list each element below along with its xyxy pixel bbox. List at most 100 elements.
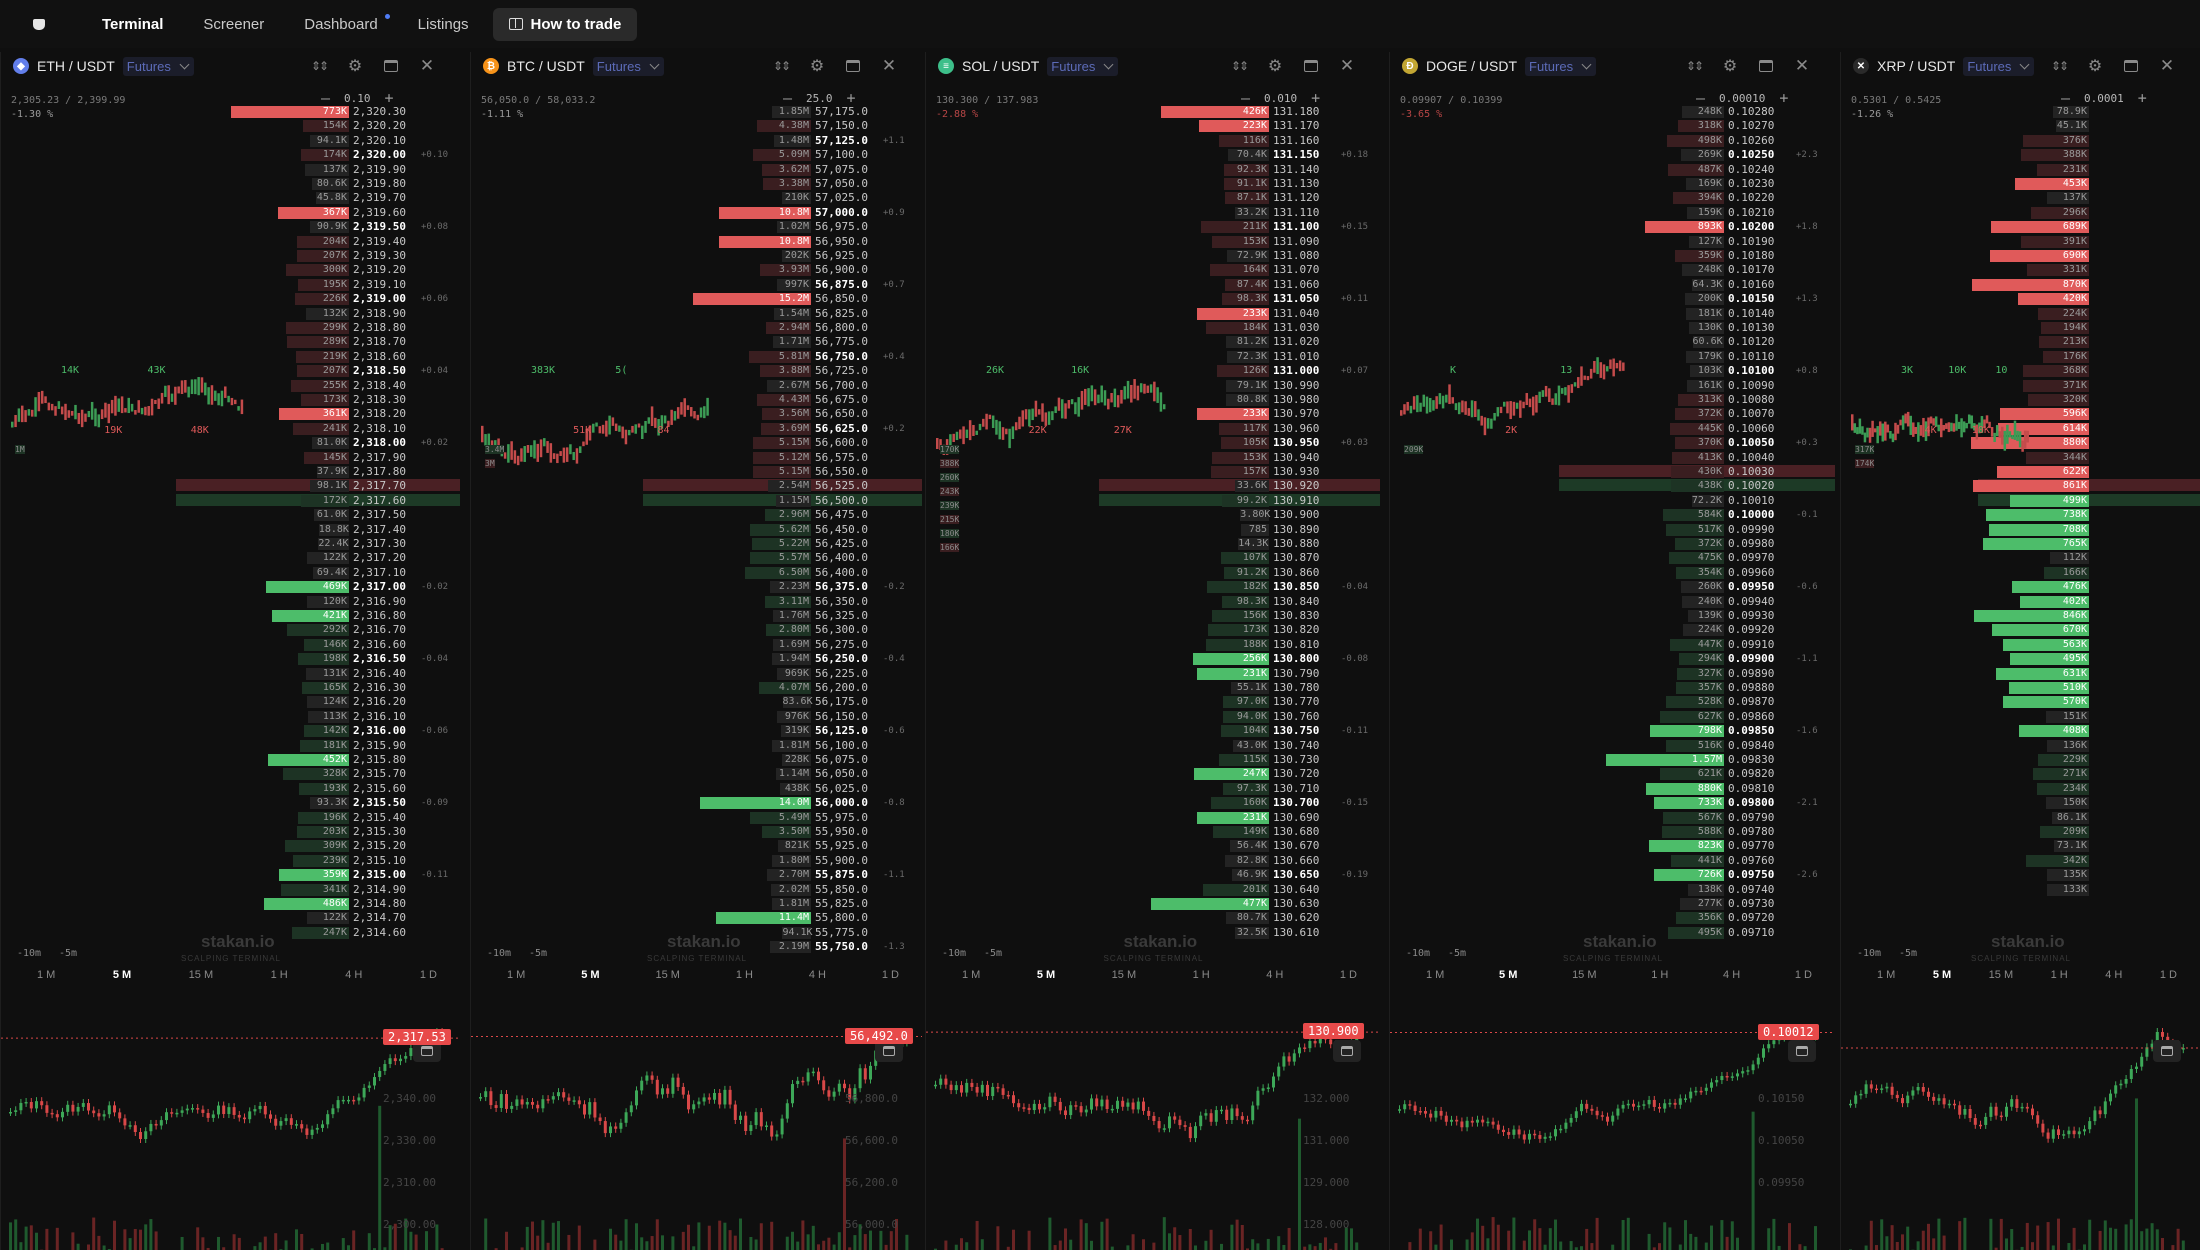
window-icon[interactable] bbox=[1758, 58, 1774, 74]
range-icon[interactable]: ⇕⇕ bbox=[2051, 58, 2069, 74]
timeframe-1h[interactable]: 1 H bbox=[1651, 969, 1668, 981]
range-icon[interactable]: ⇕⇕ bbox=[1686, 58, 1704, 74]
market-select[interactable]: Futures bbox=[1047, 56, 1119, 76]
close-icon[interactable]: ✕ bbox=[1339, 56, 1355, 75]
timeframe-1d[interactable]: 1 D bbox=[420, 969, 437, 981]
volume-bar bbox=[557, 1221, 560, 1250]
trade-mark bbox=[17, 408, 21, 422]
calendar-icon[interactable] bbox=[1333, 1040, 1361, 1062]
gear-icon[interactable]: ⚙ bbox=[347, 58, 363, 75]
volume-bar bbox=[1788, 1223, 1791, 1250]
price-level: 56,575.0 bbox=[815, 450, 868, 464]
timeframe-1m[interactable]: 1 M bbox=[507, 969, 525, 981]
calendar-icon[interactable] bbox=[2153, 1040, 2181, 1062]
timeframe-15m[interactable]: 15 M bbox=[655, 969, 679, 981]
price-level: 130.970 bbox=[1273, 407, 1320, 421]
trade-mark bbox=[1896, 424, 1900, 434]
market-select[interactable]: Futures bbox=[1525, 56, 1597, 76]
timeframe-1m[interactable]: 1 M bbox=[1877, 969, 1895, 981]
volume-bar bbox=[624, 1219, 628, 1250]
trade-mark bbox=[174, 386, 177, 405]
candle-body bbox=[1611, 1115, 1615, 1122]
timeframe-1d[interactable]: 1 D bbox=[2160, 969, 2177, 981]
calendar-icon[interactable] bbox=[1788, 1040, 1816, 1062]
candlestick-chart bbox=[471, 1028, 922, 1250]
timeframe-1m[interactable]: 1 M bbox=[1426, 969, 1444, 981]
timeframe-4h[interactable]: 4 H bbox=[1266, 969, 1283, 981]
range-icon[interactable]: ⇕⇕ bbox=[1231, 58, 1249, 74]
window-icon[interactable] bbox=[383, 58, 399, 74]
timeframe-15m[interactable]: 15 M bbox=[1989, 969, 2013, 981]
pair-label[interactable]: DOGE / USDT bbox=[1426, 58, 1517, 74]
trade-mark bbox=[1034, 400, 1038, 417]
close-icon[interactable]: ✕ bbox=[2159, 56, 2175, 75]
timeframe-1h[interactable]: 1 H bbox=[736, 969, 753, 981]
timeframe-15m[interactable]: 15 M bbox=[1112, 969, 1136, 981]
trade-mark bbox=[1153, 381, 1156, 402]
timeframe-1h[interactable]: 1 H bbox=[2051, 969, 2068, 981]
nav-listings[interactable]: Listings bbox=[402, 8, 485, 41]
window-icon[interactable] bbox=[1303, 58, 1319, 74]
volume-bar bbox=[2109, 1227, 2112, 1250]
candle-body bbox=[640, 1080, 644, 1091]
price-level: 56,450.0 bbox=[815, 522, 868, 536]
stakan-logo-icon[interactable] bbox=[20, 6, 58, 42]
volume-cell: 181K bbox=[1685, 307, 1724, 320]
timeframe-15m[interactable]: 15 M bbox=[1572, 969, 1596, 981]
nav-dashboard[interactable]: Dashboard bbox=[288, 8, 393, 41]
pair-label[interactable]: XRP / USDT bbox=[1877, 58, 1955, 74]
timeframe-5m[interactable]: 5 M bbox=[113, 969, 131, 981]
pair-label[interactable]: ETH / USDT bbox=[37, 58, 115, 74]
price-level: 0.09890 bbox=[1728, 666, 1775, 680]
chevron-down-icon bbox=[649, 59, 660, 69]
volume-cell: 164K bbox=[1210, 264, 1269, 277]
close-icon[interactable]: ✕ bbox=[881, 56, 897, 75]
range-icon[interactable]: ⇕⇕ bbox=[773, 58, 791, 74]
candle-body bbox=[1126, 1102, 1130, 1107]
timeframe-5m[interactable]: 5 M bbox=[1037, 969, 1055, 981]
last-price-tag: 56,492.0 bbox=[845, 1027, 913, 1044]
timeframe-1m[interactable]: 1 M bbox=[37, 969, 55, 981]
timeframe-4h[interactable]: 4 H bbox=[809, 969, 826, 981]
watermark-subtitle: SCALPING TERMINAL bbox=[1971, 954, 2071, 963]
price-level: 131.140 bbox=[1273, 162, 1320, 176]
trade-mark bbox=[975, 430, 978, 435]
pair-label[interactable]: BTC / USDT bbox=[507, 58, 585, 74]
nav-terminal[interactable]: Terminal bbox=[86, 8, 179, 41]
timeframe-4h[interactable]: 4 H bbox=[345, 969, 362, 981]
gear-icon[interactable]: ⚙ bbox=[1267, 58, 1283, 75]
cluster-volume-label: 388K bbox=[940, 459, 960, 468]
window-icon[interactable] bbox=[2123, 58, 2139, 74]
market-select[interactable]: Futures bbox=[1963, 56, 2035, 76]
timeframe-4h[interactable]: 4 H bbox=[1723, 969, 1740, 981]
volume-bar bbox=[889, 1231, 893, 1250]
gear-icon[interactable]: ⚙ bbox=[1722, 58, 1738, 75]
close-icon[interactable]: ✕ bbox=[1794, 56, 1810, 75]
window-icon[interactable] bbox=[845, 58, 861, 74]
volume-bar bbox=[801, 1220, 805, 1250]
gear-icon[interactable]: ⚙ bbox=[2087, 58, 2103, 75]
timeframe-15m[interactable]: 15 M bbox=[189, 969, 213, 981]
market-select[interactable]: Futures bbox=[122, 56, 194, 76]
gear-icon[interactable]: ⚙ bbox=[809, 58, 825, 75]
pair-label[interactable]: SOL / USDT bbox=[962, 58, 1039, 74]
timeframe-1d[interactable]: 1 D bbox=[882, 969, 899, 981]
range-icon[interactable]: ⇕⇕ bbox=[311, 58, 329, 74]
timeframe-1h[interactable]: 1 H bbox=[1193, 969, 1210, 981]
volume-bar bbox=[1476, 1218, 1479, 1250]
nav-screener[interactable]: Screener bbox=[187, 8, 280, 41]
market-select[interactable]: Futures bbox=[592, 56, 664, 76]
timeframe-1d[interactable]: 1 D bbox=[1340, 969, 1357, 981]
volume-cell: 5.15M bbox=[752, 437, 811, 450]
timeframe-1m[interactable]: 1 M bbox=[962, 969, 980, 981]
close-icon[interactable]: ✕ bbox=[419, 56, 435, 75]
candle-body bbox=[1460, 1121, 1464, 1128]
timeframe-5m[interactable]: 5 M bbox=[1933, 969, 1951, 981]
timeframe-4h[interactable]: 4 H bbox=[2105, 969, 2122, 981]
timeframe-1d[interactable]: 1 D bbox=[1795, 969, 1812, 981]
timeframe-5m[interactable]: 5 M bbox=[1499, 969, 1517, 981]
timeframe-5m[interactable]: 5 M bbox=[581, 969, 599, 981]
how-to-trade-button[interactable]: How to trade bbox=[492, 7, 638, 41]
timeframe-1h[interactable]: 1 H bbox=[271, 969, 288, 981]
price-level: 0.09920 bbox=[1728, 623, 1775, 637]
